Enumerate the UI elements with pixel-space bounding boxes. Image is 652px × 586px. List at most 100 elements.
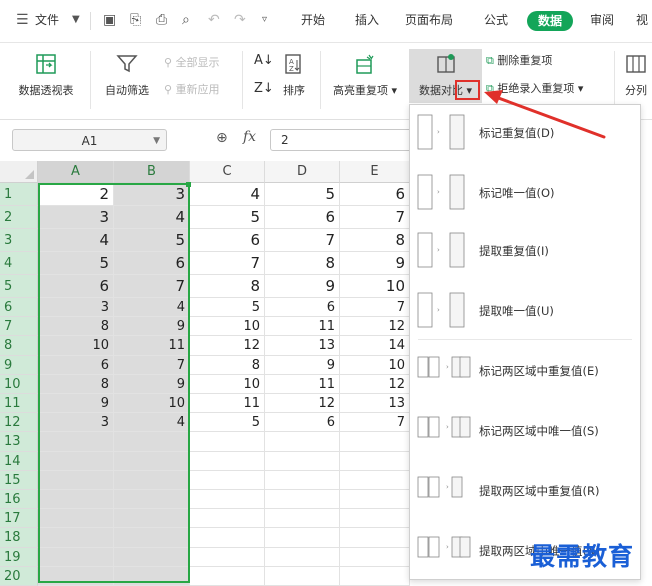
table-cell[interactable]: 8 [265, 252, 340, 275]
table-cell[interactable]: 9 [265, 355, 340, 375]
remove-duplicates-button[interactable]: ⧉ 删除重复项 [486, 54, 552, 68]
row-header[interactable]: 18 [0, 528, 38, 548]
column-header-c[interactable]: C [190, 161, 265, 183]
table-cell[interactable]: 3 [38, 298, 114, 318]
reapply-button[interactable]: ⚲ 重新应用 [164, 83, 220, 97]
tab-home[interactable]: 开始 [301, 10, 325, 30]
row-header[interactable]: 13 [0, 432, 38, 452]
table-cell[interactable]: 6 [265, 298, 340, 318]
row-header[interactable]: 7 [0, 317, 38, 337]
table-cell[interactable] [190, 432, 265, 452]
table-cell[interactable] [190, 490, 265, 510]
save-icon[interactable]: ▣ [103, 10, 116, 30]
table-cell[interactable]: 5 [38, 252, 114, 275]
table-cell[interactable] [114, 547, 190, 567]
table-cell[interactable]: 7 [265, 229, 340, 252]
sort-ascending-icon[interactable]: A↓ [254, 54, 274, 68]
pivot-table-button[interactable]: 数据透视表 [14, 52, 78, 98]
table-cell[interactable]: 9 [114, 317, 190, 337]
table-cell[interactable]: 6 [38, 355, 114, 375]
tab-formulas[interactable]: 公式 [484, 10, 508, 30]
table-cell[interactable]: 12 [265, 394, 340, 414]
table-cell[interactable]: 7 [114, 355, 190, 375]
table-cell[interactable] [114, 509, 190, 529]
table-cell[interactable]: 8 [38, 374, 114, 394]
zoom-search-icon[interactable]: ⊕ [216, 130, 228, 146]
highlight-duplicates-button[interactable]: 高亮重复项 ▾ [327, 52, 403, 98]
row-header[interactable]: 20 [0, 566, 38, 586]
table-cell[interactable]: 11 [265, 317, 340, 337]
row-header[interactable]: 19 [0, 547, 38, 567]
table-cell[interactable]: 9 [114, 374, 190, 394]
row-header[interactable]: 17 [0, 509, 38, 529]
table-cell[interactable]: 10 [340, 275, 410, 298]
quick-access-dropdown-icon[interactable]: ▿ [262, 10, 267, 30]
tab-insert[interactable]: 插入 [355, 10, 379, 30]
dropdown-menu-item[interactable]: › 标记唯一值(O) [410, 165, 640, 223]
table-cell[interactable]: 7 [114, 275, 190, 298]
row-header[interactable]: 4 [0, 252, 38, 275]
table-cell[interactable] [265, 547, 340, 567]
table-cell[interactable] [38, 547, 114, 567]
table-cell[interactable] [265, 432, 340, 452]
table-cell[interactable] [340, 547, 410, 567]
select-all-corner[interactable] [0, 161, 38, 183]
table-cell[interactable]: 10 [38, 336, 114, 356]
table-cell[interactable] [38, 490, 114, 510]
row-header[interactable]: 3 [0, 229, 38, 252]
table-cell[interactable] [38, 470, 114, 490]
table-cell[interactable] [38, 432, 114, 452]
row-header[interactable]: 1 [0, 183, 38, 206]
table-cell[interactable] [38, 528, 114, 548]
tab-page-layout[interactable]: 页面布局 [405, 10, 453, 30]
table-cell[interactable]: 6 [114, 252, 190, 275]
fill-handle[interactable] [186, 182, 191, 187]
table-cell[interactable]: 6 [340, 183, 410, 206]
column-header-d[interactable]: D [265, 161, 340, 183]
table-cell[interactable] [340, 509, 410, 529]
table-cell[interactable] [38, 451, 114, 471]
column-header-a[interactable]: A [38, 161, 114, 183]
table-cell[interactable] [38, 509, 114, 529]
table-cell[interactable]: 5 [265, 183, 340, 206]
row-header[interactable]: 8 [0, 336, 38, 356]
row-header[interactable]: 9 [0, 355, 38, 375]
table-cell[interactable]: 5 [190, 206, 265, 229]
table-cell[interactable] [265, 490, 340, 510]
fx-icon[interactable]: fx [243, 129, 256, 145]
table-cell[interactable]: 4 [114, 206, 190, 229]
table-cell[interactable]: 8 [190, 355, 265, 375]
row-header[interactable]: 2 [0, 206, 38, 229]
table-cell[interactable] [38, 566, 114, 586]
table-cell[interactable]: 5 [190, 298, 265, 318]
row-header[interactable]: 6 [0, 298, 38, 318]
table-cell[interactable] [190, 470, 265, 490]
table-cell[interactable] [190, 451, 265, 471]
tab-data[interactable]: 数据 [527, 11, 573, 31]
table-cell[interactable] [340, 451, 410, 471]
table-cell[interactable] [340, 566, 410, 586]
table-cell[interactable]: 2 [38, 183, 114, 206]
table-cell[interactable] [265, 470, 340, 490]
table-cell[interactable]: 9 [340, 252, 410, 275]
print-preview-icon[interactable]: ⌕ [182, 10, 190, 30]
table-cell[interactable] [114, 490, 190, 510]
print-icon[interactable]: ⎙ [156, 10, 167, 30]
dropdown-menu-item[interactable]: › 提取唯一值(U) [410, 283, 640, 341]
table-cell[interactable]: 13 [265, 336, 340, 356]
row-header[interactable]: 14 [0, 451, 38, 471]
table-cell[interactable]: 4 [114, 413, 190, 433]
chevron-down-icon[interactable]: ▼ [153, 130, 160, 152]
table-cell[interactable] [265, 509, 340, 529]
table-cell[interactable]: 12 [190, 336, 265, 356]
table-cell[interactable]: 6 [265, 413, 340, 433]
row-header[interactable]: 10 [0, 374, 38, 394]
table-cell[interactable]: 8 [38, 317, 114, 337]
sort-button[interactable]: A Z 排序 [278, 52, 310, 98]
dropdown-menu-item[interactable]: › 提取重复值(I) [410, 223, 640, 281]
reject-duplicates-button[interactable]: ⧉ 拒绝录入重复项 ▾ [486, 82, 583, 96]
table-cell[interactable] [190, 547, 265, 567]
formula-input[interactable]: 2 [270, 129, 420, 151]
table-cell[interactable] [265, 566, 340, 586]
table-cell[interactable]: 6 [265, 206, 340, 229]
